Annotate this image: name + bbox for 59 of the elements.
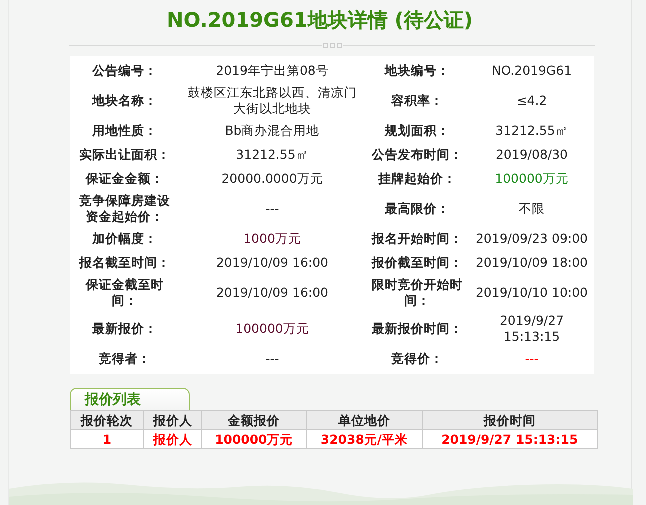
field-value: 20000.0000万元	[220, 170, 324, 188]
field-label: 限时竞价开始时间：	[371, 276, 464, 310]
field-value: 2019/9/27 15:13:15	[498, 312, 566, 346]
field-label: 公告编号：	[91, 62, 158, 80]
divider-square-icon	[336, 43, 342, 48]
field-label: 地块名称：	[91, 92, 158, 110]
field-label: 公告发布时间：	[370, 146, 464, 164]
field-value: 2019年宁出第08号	[215, 62, 330, 80]
table-cell: 32038元/平米	[306, 430, 422, 448]
table-cell: 2019/9/27 15:13:15	[422, 430, 598, 448]
divider-square-icon	[322, 43, 328, 48]
field-label: 最新报价时间：	[371, 320, 464, 338]
field-value: 100000万元	[494, 170, 570, 188]
table-cell: 报价人	[144, 430, 202, 448]
field-label: 竞得者：	[98, 350, 152, 368]
field-value: 不限	[518, 200, 546, 218]
column-header: 报价轮次	[70, 410, 144, 430]
column-header: 报价时间	[422, 410, 598, 430]
field-value: NO.2019G61	[490, 62, 574, 80]
page-title: NO.2019G61地块详情 (待公证)	[166, 7, 474, 33]
field-value: Bb商办混合用地	[224, 122, 321, 140]
field-value: 2019/10/09 16:00	[215, 284, 330, 302]
field-label: 地块编号：	[384, 62, 451, 80]
table-cell: 1	[70, 430, 144, 448]
divider-square-icon	[330, 43, 334, 48]
field-value: ---	[524, 350, 540, 368]
field-label: 最新报价：	[92, 320, 158, 338]
field-label: 报名开始时间：	[370, 230, 464, 248]
field-value: ---	[264, 200, 280, 218]
field-label: 报价截至时间：	[370, 254, 464, 272]
field-value: 31212.55㎡	[494, 122, 570, 140]
field-value: 1000万元	[242, 230, 302, 248]
field-label: 保证金金额：	[84, 170, 165, 188]
field-label: 加价幅度：	[91, 230, 158, 248]
field-value: 2019/10/10 10:00	[474, 284, 590, 302]
field-value: 鼓楼区江东北路以西、清凉门大街以北地块	[187, 84, 358, 118]
field-value: 31212.55㎡	[235, 146, 310, 164]
field-label: 用地性质：	[91, 122, 158, 140]
column-header: 单位地价	[306, 410, 422, 430]
section-tab[interactable]: 报价列表	[70, 388, 190, 410]
field-label: 最高限价：	[384, 200, 451, 218]
field-label: 保证金截至时间：	[84, 276, 165, 310]
field-value: 2019/09/23 09:00	[474, 230, 590, 248]
field-label: 报名截至时间：	[78, 254, 172, 272]
field-label: 挂牌起始价：	[377, 170, 458, 188]
field-label: 规划面积：	[384, 122, 451, 140]
field-label: 竞争保障房建设资金起始价：	[78, 192, 172, 226]
field-value: ≤4.2	[516, 92, 548, 110]
field-label: 实际出让面积：	[78, 146, 172, 164]
field-label: 容积率：	[390, 92, 444, 110]
field-value: 2019/10/09 16:00	[215, 254, 330, 272]
field-value: 2019/10/09 18:00	[474, 254, 590, 272]
field-value: ---	[264, 350, 280, 368]
field-value: 2019/08/30	[494, 146, 570, 164]
column-header: 报价人	[144, 410, 202, 430]
field-value: 100000万元	[234, 320, 310, 338]
column-header: 金额报价	[202, 410, 307, 430]
table-cell: 100000万元	[202, 430, 307, 448]
field-label: 竞得价：	[390, 350, 444, 368]
